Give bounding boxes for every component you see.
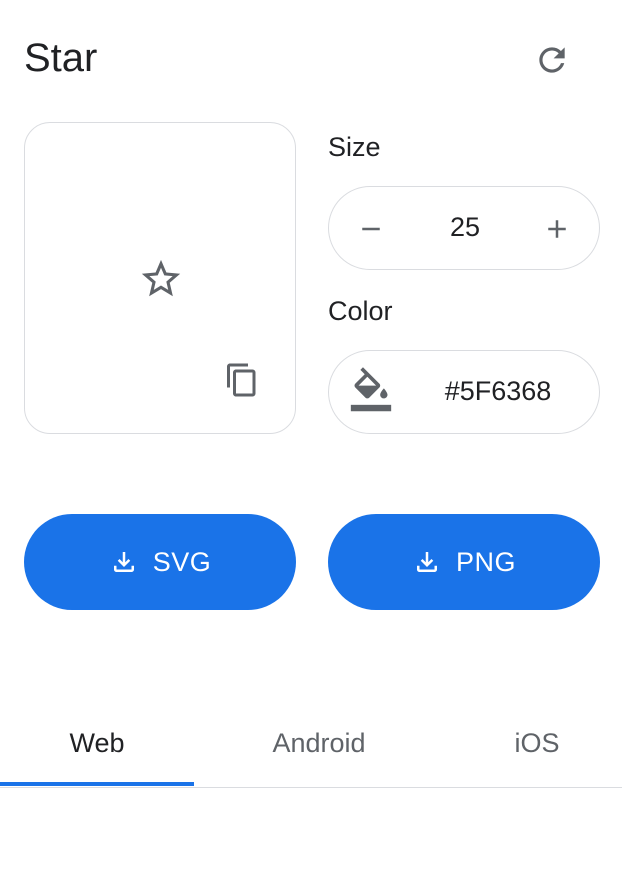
color-hex-input[interactable] (413, 351, 583, 432)
size-input[interactable] (403, 187, 527, 268)
download-icon (412, 547, 442, 577)
increase-size-button[interactable] (535, 207, 579, 251)
page-title: Star (24, 36, 98, 80)
icon-detail-panel: Star Size Color (0, 0, 622, 874)
download-svg-button[interactable]: SVG (24, 514, 296, 610)
active-tab-indicator (0, 782, 194, 786)
copy-icon (227, 363, 256, 397)
download-svg-label: SVG (152, 546, 212, 577)
size-label: Size (328, 132, 381, 162)
download-icon (109, 547, 139, 577)
paint-bucket-icon (350, 367, 392, 412)
size-stepper (328, 186, 600, 270)
decrease-size-button[interactable] (349, 207, 393, 251)
plus-icon (548, 220, 566, 238)
refresh-icon (539, 47, 565, 73)
color-picker-button[interactable] (347, 367, 395, 417)
minus-icon (362, 227, 380, 231)
color-label: Color (328, 296, 393, 326)
platform-tabs: Web Android iOS (0, 700, 622, 788)
tab-android[interactable]: Android (222, 700, 416, 786)
icon-preview (24, 122, 296, 434)
tab-web[interactable]: Web (0, 700, 194, 786)
star-outline-icon (138, 256, 184, 302)
download-png-label: PNG (455, 546, 516, 577)
color-picker (328, 350, 600, 434)
download-png-button[interactable]: PNG (328, 514, 600, 610)
reset-button[interactable] (530, 38, 574, 82)
tab-ios[interactable]: iOS (440, 700, 622, 786)
copy-button[interactable] (222, 360, 262, 400)
